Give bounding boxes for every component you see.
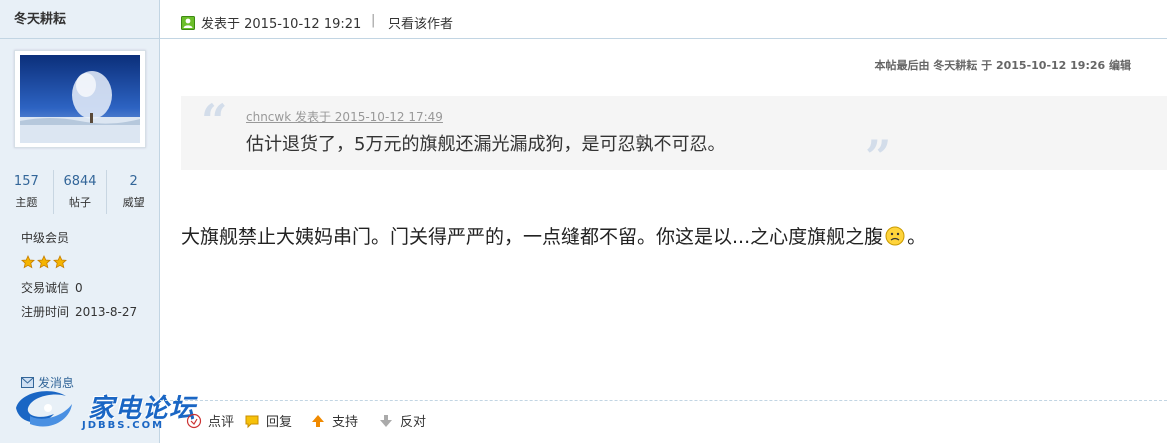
comment-icon [186,413,202,428]
rank-stars [21,255,67,269]
logo-domain-text: JDBBS.COM [82,420,165,431]
support-label: 支持 [332,415,359,430]
post-header: 发表于 2015-10-12 19:21 | 只看该作者 [160,0,1167,39]
reply-bubble-icon [245,415,259,428]
register-date: 注册时间 2013-8-27 [21,303,137,320]
stat-label: 威望 [122,196,145,209]
thumbs-down-arrow-icon [380,414,392,427]
thumbs-up-arrow-icon [312,414,324,427]
user-sidebar: 冬天耕耘 157 主题 6844 帖子 2 威望 中级会员 交易诚信 0 注册时… [0,0,160,443]
stat-label: 帖子 [69,196,91,209]
stat-value: 157 [13,174,39,189]
reply-label: 回复 [266,415,293,430]
support-button[interactable]: 支持 [310,411,358,430]
reply-button[interactable]: 回复 [244,411,292,430]
trade-credit: 交易诚信 0 [21,279,83,296]
stat-value: 6844 [63,174,97,189]
avatar[interactable] [14,50,146,148]
stat-threads[interactable]: 157 主题 [0,170,54,214]
avatar-image [20,55,140,143]
star-icon [37,255,51,269]
post-body-tail: 。 [907,226,927,248]
rate-label: 点评 [208,415,235,430]
oppose-button[interactable]: 反对 [378,411,426,430]
rate-button[interactable]: 点评 [186,411,234,430]
register-date-value: 2013-8-27 [75,305,138,319]
close-quote-icon: ” [865,130,892,184]
user-group[interactable]: 中级会员 [21,229,69,246]
post-time: 发表于 2015-10-12 19:21 [201,17,362,32]
quote-block: “ chncwk 发表于 2015-10-12 17:49 估计退货了，5万元的… [181,94,1167,182]
user-stats: 157 主题 6844 帖子 2 威望 [0,170,160,214]
post-body: 大旗舰禁止大姨妈串门。门关得严严的，一点缝都不留。你这是以...之心度旗舰之腹 … [181,222,926,249]
online-status-icon [181,16,195,30]
confused-face-icon [885,226,905,245]
username[interactable]: 冬天耕耘 [0,0,159,39]
stat-label: 主题 [15,196,38,209]
stat-posts[interactable]: 6844 帖子 [54,170,108,214]
post-actions: 点评 回复 支持 反对 [160,400,1167,443]
open-quote-icon: “ [201,94,228,148]
star-icon [53,255,67,269]
separator: | [371,13,376,28]
view-author-only-link[interactable]: 只看该作者 [388,13,453,32]
trade-credit-value: 0 [75,281,83,295]
stat-prestige[interactable]: 2 威望 [107,170,160,214]
stat-value: 2 [129,174,138,189]
trade-credit-label: 交易诚信 [21,281,70,295]
oppose-label: 反对 [400,415,427,430]
star-icon [21,255,35,269]
quote-meta-link[interactable]: chncwk 发表于 2015-10-12 17:49 [246,108,443,125]
register-date-label: 注册时间 [21,305,70,319]
edit-notice: 本帖最后由 冬天耕耘 于 2015-10-12 19:26 编辑 [874,59,1131,72]
quote-text: 估计退货了，5万元的旗舰还漏光漏成狗，是可忍孰不可忍。 [246,134,726,155]
post-body-text: 大旗舰禁止大姨妈串门。门关得严严的，一点缝都不留。你这是以...之心度旗舰之腹 [181,226,884,248]
swirl-logo-icon [16,391,72,427]
